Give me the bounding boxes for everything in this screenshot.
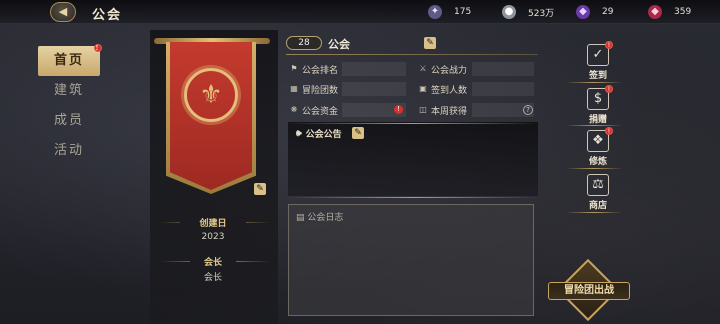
- resource-gem-value: 29: [602, 7, 614, 17]
- leader-label: 会长: [190, 255, 236, 268]
- info-label: 公会战力: [431, 65, 468, 76]
- guild-level-badge: 28: [286, 36, 322, 50]
- resource-crystal-value: 175: [454, 7, 472, 17]
- info-team-count: ▦ 冒险团数: [289, 82, 338, 96]
- training-label: 修炼: [588, 157, 607, 167]
- sidebar-item-home[interactable]: 首页 !: [38, 44, 102, 76]
- info-label: 签到人数: [431, 85, 468, 96]
- purple-gem-icon: ◆: [576, 5, 590, 19]
- donate-icon: $!: [587, 85, 613, 110]
- sidebar-item-label: 活动: [53, 143, 84, 158]
- created-date-label: 创建日: [180, 216, 246, 229]
- megaphone-icon: 🕪: [296, 128, 302, 139]
- guild-name: 公会: [328, 38, 350, 51]
- info-weekly-earned: ◫ 本周获得: [418, 103, 467, 117]
- info-guild-rank: ⚑ 公会排名: [289, 62, 338, 76]
- info-guild-funds: ❋ 公会资金: [289, 103, 338, 117]
- log-icon: ▤: [296, 213, 305, 223]
- ruby-icon: ◆: [648, 5, 662, 19]
- resource-crystal[interactable]: ✦ 175: [428, 4, 471, 20]
- divider: [286, 54, 538, 55]
- sidebar-item-activities[interactable]: 活动: [38, 136, 100, 166]
- back-button[interactable]: ◀: [50, 2, 76, 22]
- info-checkin-count: ▣ 签到人数: [418, 82, 467, 96]
- sidebar: 首页 ! 建筑 成员 活动: [38, 44, 102, 166]
- sidebar-item-members[interactable]: 成员: [38, 106, 100, 136]
- edit-name-icon[interactable]: ✎: [424, 37, 436, 49]
- checkin-icon: ▣: [419, 84, 427, 93]
- team-count-value: [342, 82, 406, 96]
- notification-badge: !: [605, 127, 613, 135]
- notification-badge: !: [605, 41, 613, 49]
- page-title: 公会: [92, 8, 123, 23]
- alert-icon[interactable]: !: [394, 105, 403, 114]
- resource-gem[interactable]: ◆ 29: [576, 4, 613, 20]
- guild-log-title: ▤ 公会日志: [296, 210, 343, 223]
- info-label: 公会排名: [302, 65, 339, 76]
- team-icon: ▦: [290, 84, 298, 93]
- funds-icon: ❋: [290, 105, 298, 114]
- back-arrow-icon: ◀: [58, 5, 68, 18]
- info-label: 公会资金: [302, 106, 339, 117]
- checkin-button[interactable]: ✓! 签到: [576, 41, 620, 81]
- divider: [288, 197, 538, 198]
- checkin-count-value: [472, 82, 534, 96]
- calendar-check-icon: ✓!: [587, 41, 613, 66]
- expedition-button[interactable]: 冒险团出战: [544, 258, 634, 322]
- checkin-label: 签到: [588, 71, 607, 81]
- created-date-value: 2023: [201, 232, 225, 242]
- silver-coin-icon: ●: [502, 5, 516, 19]
- divider: [566, 82, 622, 83]
- divider: [566, 212, 622, 213]
- resource-ruby[interactable]: ◆ 359: [648, 4, 691, 20]
- weekly-icon: ◫: [419, 105, 427, 114]
- crystal-icon: ✦: [428, 5, 442, 19]
- shop-label: 商店: [588, 201, 607, 211]
- info-label: 本周获得: [431, 106, 468, 117]
- sidebar-item-label: 首页: [53, 53, 84, 68]
- edit-banner-icon[interactable]: ✎: [254, 183, 266, 195]
- sidebar-item-label: 建筑: [53, 83, 84, 98]
- guild-notice-label: 公会公告: [305, 130, 342, 140]
- leader-value: 会长: [203, 273, 222, 283]
- shop-button[interactable]: ⚖ 商店: [576, 174, 620, 211]
- training-button[interactable]: ❖! 修炼: [576, 127, 620, 167]
- sidebar-item-label: 成员: [53, 113, 84, 128]
- resource-ruby-value: 359: [674, 7, 692, 17]
- resource-silver-value: 523万: [528, 8, 555, 19]
- donate-label: 捐赠: [588, 115, 607, 125]
- scales-shop-icon: ⚖: [587, 174, 609, 196]
- guild-log-label: 公会日志: [307, 213, 344, 223]
- ranking-icon: ⚑: [290, 64, 298, 73]
- expedition-label: 冒险团出战: [548, 282, 630, 300]
- notification-badge: !: [605, 85, 613, 93]
- resource-silver[interactable]: ● 523万: [502, 4, 554, 20]
- guild-power-value: [472, 62, 534, 76]
- info-guild-power: ⚔ 公会战力: [418, 62, 467, 76]
- guild-notice-title: 🕪 公会公告: [296, 127, 342, 141]
- sidebar-item-buildings[interactable]: 建筑: [38, 76, 100, 106]
- help-icon[interactable]: ?: [523, 105, 533, 115]
- donate-button[interactable]: $! 捐赠: [576, 85, 620, 125]
- guild-rank-value: [342, 62, 406, 76]
- crossed-swords-icon: ⚔: [419, 64, 427, 73]
- top-bar: ◀ 公会 ✦ 175 ● 523万 ◆ 29 ◆ 359: [0, 0, 720, 24]
- guild-emblem-icon: ⚜: [184, 68, 238, 122]
- training-icon: ❖!: [587, 127, 613, 152]
- notification-badge: !: [94, 44, 102, 52]
- edit-notice-icon[interactable]: ✎: [352, 127, 364, 139]
- divider: [288, 123, 538, 124]
- divider: [566, 168, 622, 169]
- info-label: 冒险团数: [302, 85, 339, 96]
- divider: [566, 125, 622, 126]
